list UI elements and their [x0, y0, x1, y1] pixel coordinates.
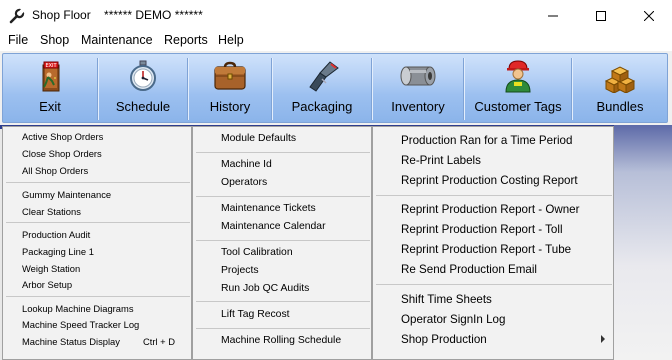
maximize-button[interactable]	[578, 0, 624, 31]
stopwatch-icon	[125, 59, 161, 93]
submenu-arrow-icon	[601, 335, 605, 343]
menu-item-operators[interactable]: Operators	[221, 177, 267, 188]
minimize-button[interactable]	[530, 0, 576, 31]
menu-item-reprint-production-report-toll[interactable]: Reprint Production Report - Toll	[401, 223, 563, 236]
menu-item-module-defaults[interactable]: Module Defaults	[221, 133, 296, 144]
menu-item-production-audit[interactable]: Production Audit	[22, 229, 90, 240]
menu-item-gummy-maintenance[interactable]: Gummy Maintenance	[22, 189, 111, 200]
menu-separator	[196, 240, 370, 241]
steel-coil-icon	[400, 59, 436, 93]
menu-item-run-job-qc-audits[interactable]: Run Job QC Audits	[221, 283, 309, 294]
menu-item-maintenance-calendar[interactable]: Maintenance Calendar	[221, 221, 326, 232]
packaging-label: Packaging	[291, 99, 353, 114]
briefcase-icon	[212, 59, 248, 93]
menu-item-machine-rolling-schedule[interactable]: Machine Rolling Schedule	[221, 335, 341, 346]
history-button[interactable]: History	[189, 54, 271, 122]
menu-item-packaging-line-1[interactable]: Packaging Line 1	[22, 246, 94, 257]
reports-menu: Production Ran for a Time Period Re-Prin…	[372, 126, 614, 360]
menu-separator	[196, 301, 370, 302]
svg-text:EXIT: EXIT	[45, 63, 57, 69]
boxes-icon	[602, 59, 638, 93]
close-button[interactable]	[626, 0, 672, 31]
menu-separator	[196, 196, 370, 197]
menu-help[interactable]: Help	[217, 33, 245, 47]
exit-button[interactable]: EXIT Exit	[3, 54, 97, 122]
maintenance-menu: Module Defaults Machine Id Operators Mai…	[192, 126, 372, 360]
exit-door-icon: EXIT	[32, 59, 68, 93]
inventory-button[interactable]: Inventory	[373, 54, 463, 122]
menu-item-shift-time-sheets[interactable]: Shift Time Sheets	[401, 293, 492, 306]
bundles-button[interactable]: Bundles	[573, 54, 667, 122]
menu-item-re-send-production-email[interactable]: Re Send Production Email	[401, 263, 537, 276]
menu-item-close-shop-orders[interactable]: Close Shop Orders	[22, 148, 102, 159]
wrench-icon	[9, 8, 25, 24]
menu-item-reprint-production-report-tube[interactable]: Reprint Production Report - Tube	[401, 243, 571, 256]
toolbar-area: EXIT Exit Schedule History Packaging Inv…	[0, 51, 672, 125]
menu-item-active-shop-orders[interactable]: Active Shop Orders	[22, 131, 103, 142]
bundles-label: Bundles	[596, 99, 644, 114]
customer-tags-button[interactable]: Customer Tags	[465, 54, 571, 122]
menu-bar: File Shop Maintenance Reports Help	[0, 31, 672, 51]
window-title: Shop Floor ****** DEMO ******	[32, 8, 203, 22]
schedule-label: Schedule	[115, 99, 171, 114]
inventory-label: Inventory	[391, 99, 445, 114]
menu-separator	[6, 182, 190, 183]
menu-item-re-print-labels[interactable]: Re-Print Labels	[401, 154, 481, 167]
history-label: History	[209, 99, 251, 114]
menu-item-clear-stations[interactable]: Clear Stations	[22, 206, 81, 217]
packaging-button[interactable]: Packaging	[273, 54, 371, 122]
toolbar: EXIT Exit Schedule History Packaging Inv…	[2, 53, 668, 123]
menu-separator	[196, 152, 370, 153]
menu-separator	[376, 284, 612, 285]
menu-item-machine-id[interactable]: Machine Id	[221, 159, 272, 170]
menu-item-lookup-machine-diagrams[interactable]: Lookup Machine Diagrams	[22, 303, 134, 314]
menu-item-shop-production[interactable]: Shop Production	[401, 333, 487, 346]
menu-item-lift-tag-recost[interactable]: Lift Tag Recost	[221, 309, 290, 320]
menu-separator	[6, 296, 190, 297]
menu-item-production-ran-for-time-period[interactable]: Production Ran for a Time Period	[401, 134, 572, 147]
exit-label: Exit	[39, 99, 61, 114]
menu-separator	[376, 195, 612, 196]
menu-item-machine-speed-tracker-log[interactable]: Machine Speed Tracker Log	[22, 319, 139, 330]
worker-icon	[500, 59, 536, 93]
menu-item-weigh-station[interactable]: Weigh Station	[22, 263, 80, 274]
shortcut-label: Ctrl + D	[143, 336, 176, 347]
menu-item-operator-signin-log[interactable]: Operator SignIn Log	[401, 313, 505, 326]
menu-item-all-shop-orders[interactable]: All Shop Orders	[22, 165, 88, 176]
barcode-scanner-icon	[304, 59, 340, 93]
menu-item-projects[interactable]: Projects	[221, 265, 259, 276]
title-bar: Shop Floor ****** DEMO ******	[0, 0, 672, 31]
menu-reports[interactable]: Reports	[163, 33, 209, 47]
shop-menu: Active Shop Orders Close Shop Orders All…	[2, 126, 192, 360]
schedule-button[interactable]: Schedule	[99, 54, 187, 122]
menu-item-arbor-setup[interactable]: Arbor Setup	[22, 279, 72, 290]
menu-shop[interactable]: Shop	[39, 33, 70, 47]
menu-item-tool-calibration[interactable]: Tool Calibration	[221, 247, 293, 258]
menu-separator	[6, 222, 190, 223]
menu-item-machine-status-display[interactable]: Machine Status Display	[22, 336, 120, 347]
customer-tags-label: Customer Tags	[474, 99, 562, 114]
menu-maintenance[interactable]: Maintenance	[80, 33, 154, 47]
workspace-gradient	[614, 125, 672, 360]
menu-file[interactable]: File	[7, 33, 29, 47]
menu-item-maintenance-tickets[interactable]: Maintenance Tickets	[221, 203, 316, 214]
menu-separator	[196, 328, 370, 329]
menu-item-reprint-production-report-owner[interactable]: Reprint Production Report - Owner	[401, 203, 580, 216]
menu-item-reprint-production-costing-report[interactable]: Reprint Production Costing Report	[401, 174, 578, 187]
